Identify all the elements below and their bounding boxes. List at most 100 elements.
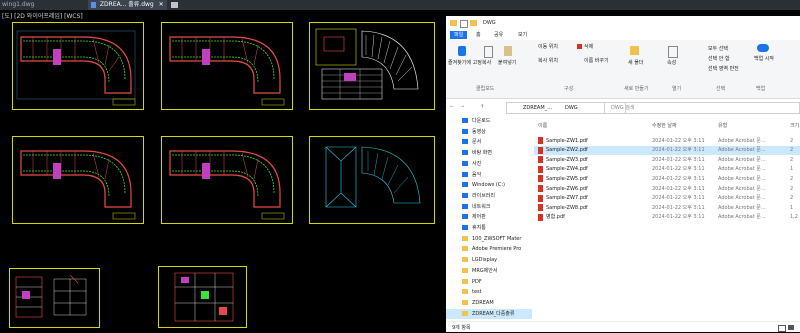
nav-item[interactable]: Windows (C:)	[446, 180, 532, 190]
download-icon	[462, 118, 468, 123]
viewport-label: [도] [2D 와이어프레임] [WCS]	[2, 13, 83, 20]
large-icons-view-icon[interactable]	[788, 325, 794, 330]
nav-item[interactable]: PDF	[446, 277, 532, 287]
file-row[interactable]: Sample-ZW3.pdf 2024-01-22 오후 3:11 Adobe Ac…	[534, 155, 800, 164]
pdf-file-icon	[538, 146, 543, 154]
file-row[interactable]: Sample-ZW1.pdf 2024-01-22 오후 3:11 Adobe Ac…	[534, 136, 800, 145]
new-folder-icon[interactable]	[630, 46, 639, 55]
delete-icon[interactable]	[577, 44, 582, 49]
file-row[interactable]: Sample-ZW4.pdf 2024-01-22 오후 3:11 Adobe Ac…	[534, 165, 800, 174]
forward-arrow-icon[interactable]: →	[460, 104, 464, 110]
nav-item[interactable]: 라이브러리	[446, 191, 532, 201]
file-date: 2024-01-22 오후 3:11	[652, 195, 705, 202]
pdf-file-icon	[538, 156, 543, 164]
paste-button[interactable]: 붙여넣기	[498, 60, 516, 66]
close-icon[interactable]: ✕	[159, 1, 164, 8]
nav-item-label: Adobe Premiere Pro	[472, 246, 522, 253]
column-type[interactable]: 유형	[718, 123, 727, 129]
cad-sheet-4[interactable]	[12, 136, 144, 224]
nav-item[interactable]: 네트워크	[446, 202, 532, 212]
file-row[interactable]: Sample-ZW8.pdf 2024-01-22 오후 3:11 Adobe Ac…	[534, 203, 800, 212]
nav-item[interactable]: 사진	[446, 159, 532, 169]
select-group-label: 선택	[716, 86, 726, 92]
back-arrow-icon[interactable]: ←	[450, 104, 454, 110]
select-all-button[interactable]: 모두 선택	[708, 46, 728, 52]
tab-file[interactable]: 파일	[450, 31, 468, 39]
roof-plan-drawing-icon	[325, 146, 421, 208]
cad-tab-active[interactable]: ZDREA... 출류.dwg ✕	[88, 0, 167, 10]
cad-sheet-8[interactable]	[158, 266, 247, 328]
cad-tab-bar: wing1.dwg ZDREA... 출류.dwg ✕	[0, 0, 800, 10]
copy-button[interactable]: 복사	[482, 60, 491, 66]
pin-icon[interactable]	[458, 46, 466, 56]
column-modified[interactable]: 수정한 날짜	[652, 123, 677, 129]
cad-sheet-7[interactable]	[9, 268, 100, 328]
file-size: 2	[790, 147, 794, 154]
cad-sheet-3[interactable]	[309, 22, 435, 110]
nav-item[interactable]: 휴지통	[446, 223, 532, 233]
nav-item[interactable]: 다운로드	[446, 116, 532, 126]
up-arrow-icon[interactable]: ↑	[480, 104, 484, 110]
status-bar: 9개 항목	[446, 321, 800, 333]
move-to-button[interactable]: 이동 위치	[538, 44, 558, 50]
cloud-backup-icon[interactable]	[757, 44, 769, 52]
nav-item[interactable]: 100_ZWSOFT Mater	[446, 234, 532, 244]
pin-to-quick-access-button[interactable]: 즐겨찾기에 고정	[448, 60, 482, 66]
nav-item[interactable]: 제어판	[446, 212, 532, 222]
copy-icon[interactable]	[484, 46, 493, 58]
start-backup-button[interactable]: 백업 시작	[754, 56, 774, 62]
file-row[interactable]: Sample-ZW6.pdf 2024-01-22 오후 3:11 Adobe Ac…	[534, 184, 800, 193]
file-date: 2024-01-22 오후 3:11	[652, 137, 705, 144]
file-row[interactable]: Sample-ZW5.pdf 2024-01-22 오후 3:11 Adobe Ac…	[534, 174, 800, 183]
rename-button[interactable]: 이름 바꾸기	[584, 58, 609, 64]
nav-item[interactable]: Adobe Premiere Pro	[446, 244, 532, 254]
cad-sheet-5[interactable]	[161, 136, 293, 224]
details-view-icon[interactable]	[778, 325, 786, 332]
new-tab-icon[interactable]	[171, 2, 178, 8]
cad-sheet-1[interactable]	[12, 22, 144, 110]
tab-home[interactable]: 홈	[476, 32, 481, 38]
nav-item[interactable]: 동영상	[446, 127, 532, 137]
paste-icon[interactable]	[504, 46, 512, 56]
file-row[interactable]: Sample-ZW2.pdf 2024-01-22 오후 3:11 Adobe Ac…	[534, 145, 800, 155]
file-size: 2	[790, 195, 794, 202]
folder-icon	[462, 267, 468, 273]
cad-tab-wing1[interactable]: wing1.dwg	[2, 0, 34, 10]
nav-item[interactable]: 음악	[446, 170, 532, 180]
nav-item[interactable]: test	[446, 287, 532, 297]
file-row[interactable]: 병합.pdf 2024-01-22 오후 3:11 Adobe Acrobat 문.…	[534, 213, 800, 222]
nav-item[interactable]: ZDREAM	[446, 298, 532, 308]
file-size: 1	[790, 204, 794, 211]
column-size[interactable]: 크기	[790, 123, 799, 129]
pdf-file-icon	[538, 185, 543, 192]
file-row[interactable]: Sample-ZW7.pdf 2024-01-22 오후 3:11 Adobe Ac…	[534, 194, 800, 203]
nav-item[interactable]: MRG제안서	[446, 266, 532, 276]
nav-item[interactable]: ZDREAM_다중출류	[446, 308, 532, 319]
nav-item-label: 휴지통	[472, 225, 486, 231]
file-explorer-window: DWG 파일 홈 공유 보기 즐겨찾기에 고정 복사 붙여넣기 클립보드 이동 …	[446, 16, 800, 332]
breadcrumb-current[interactable]: DWG	[565, 105, 578, 111]
file-date: 2024-01-22 오후 3:11	[652, 214, 705, 221]
properties-icon[interactable]	[668, 46, 678, 58]
nav-item[interactable]: 문서	[446, 137, 532, 147]
new-folder-button[interactable]: 새 폴더	[628, 60, 643, 66]
tab-view[interactable]: 보기	[518, 32, 527, 38]
nav-item[interactable]: 바탕 화면	[446, 148, 532, 158]
cad-sheet-2[interactable]	[161, 22, 293, 110]
nav-item-label: 다운로드	[472, 118, 491, 124]
cad-sheet-6[interactable]	[309, 136, 435, 224]
nav-item-label: PDF	[472, 278, 482, 285]
video-icon	[462, 128, 468, 134]
nav-item[interactable]: LGDisplay	[446, 255, 532, 265]
quick-access-icon[interactable]	[460, 20, 468, 28]
tab-share[interactable]: 공유	[494, 32, 503, 38]
search-input[interactable]: DWG 검색	[604, 102, 800, 114]
breadcrumb-parent[interactable]: ZDREAM_...	[523, 105, 552, 111]
invert-selection-button[interactable]: 선택 영역 반전	[708, 66, 739, 72]
delete-button[interactable]: 삭제	[584, 44, 593, 50]
properties-button[interactable]: 속성	[667, 60, 676, 66]
section-drawing-icon	[15, 274, 87, 318]
select-none-button[interactable]: 선택 안 함	[708, 56, 730, 62]
copy-to-button[interactable]: 복사 위치	[538, 58, 558, 64]
column-name[interactable]: 이름	[538, 123, 547, 129]
